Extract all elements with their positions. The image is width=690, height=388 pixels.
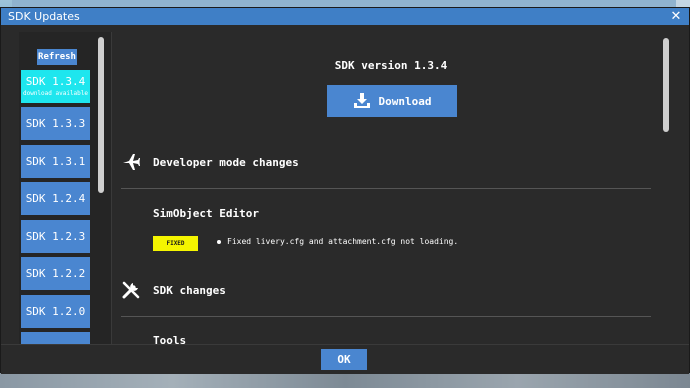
version-label: SDK 1.2.0 bbox=[25, 305, 86, 318]
subsection-simobject-editor: SimObject Editor bbox=[153, 207, 259, 220]
version-title: SDK version 1.3.4 bbox=[334, 59, 448, 72]
sidebar-scrollbar[interactable] bbox=[98, 37, 104, 193]
sidebar-item-sdk-1-2-2[interactable]: SDK 1.2.2 bbox=[21, 257, 90, 290]
sidebar-item-sdk-1-2-0[interactable]: SDK 1.2.0 bbox=[21, 295, 90, 328]
sidebar-divider bbox=[111, 32, 112, 344]
sidebar-item-sdk-1-3-4[interactable]: SDK 1.3.4 download available bbox=[21, 70, 90, 103]
version-label: SDK 1.3.3 bbox=[25, 117, 86, 130]
airplane-icon bbox=[123, 154, 140, 170]
release-notes-panel: SDK version 1.3.4 Download Developer mod… bbox=[113, 32, 669, 344]
sidebar-item-next[interactable] bbox=[21, 332, 90, 344]
section-divider bbox=[121, 188, 651, 189]
download-button[interactable]: Download bbox=[327, 85, 457, 117]
window-titlebar: SDK Updates ✕ bbox=[1, 8, 689, 25]
version-label: SDK 1.2.3 bbox=[25, 230, 86, 243]
sdk-updates-window: SDK Updates ✕ Refresh SDK 1.3.4 download… bbox=[0, 7, 690, 374]
section-sdk-changes: SDK changes bbox=[121, 279, 226, 301]
window-title: SDK Updates bbox=[8, 10, 80, 23]
version-label: SDK 1.3.4 bbox=[25, 75, 86, 88]
change-item: Fixed livery.cfg and attachment.cfg not … bbox=[217, 237, 458, 246]
dialog-footer: OK bbox=[1, 344, 689, 374]
bullet-icon bbox=[217, 239, 221, 244]
ok-button[interactable]: OK bbox=[321, 349, 367, 370]
version-label: SDK 1.3.1 bbox=[25, 155, 86, 168]
download-label: Download bbox=[378, 94, 432, 108]
sidebar-item-sdk-1-3-1[interactable]: SDK 1.3.1 bbox=[21, 145, 90, 178]
tools-icon bbox=[122, 281, 140, 299]
version-label: SDK 1.2.4 bbox=[25, 192, 86, 205]
section-title: Developer mode changes bbox=[153, 155, 299, 169]
version-label: SDK 1.2.2 bbox=[25, 267, 86, 280]
refresh-button[interactable]: Refresh bbox=[37, 49, 77, 65]
content-scrollbar[interactable] bbox=[663, 38, 669, 132]
section-divider bbox=[121, 316, 651, 317]
version-sidebar: Refresh SDK 1.3.4 download available SDK… bbox=[19, 32, 111, 344]
close-icon[interactable]: ✕ bbox=[669, 8, 683, 25]
sidebar-item-sdk-1-2-4[interactable]: SDK 1.2.4 bbox=[21, 182, 90, 215]
section-developer-mode-changes: Developer mode changes bbox=[121, 151, 299, 173]
subsection-tools: Tools bbox=[153, 334, 187, 344]
version-sublabel: download available bbox=[22, 90, 89, 97]
sidebar-item-sdk-1-3-3[interactable]: SDK 1.3.3 bbox=[21, 107, 90, 140]
sidebar-item-sdk-1-2-3[interactable]: SDK 1.2.3 bbox=[21, 220, 90, 253]
download-icon bbox=[353, 93, 370, 108]
change-text: Fixed livery.cfg and attachment.cfg not … bbox=[227, 237, 459, 246]
fixed-badge: FIXED bbox=[153, 236, 198, 251]
section-title: SDK changes bbox=[153, 283, 226, 297]
